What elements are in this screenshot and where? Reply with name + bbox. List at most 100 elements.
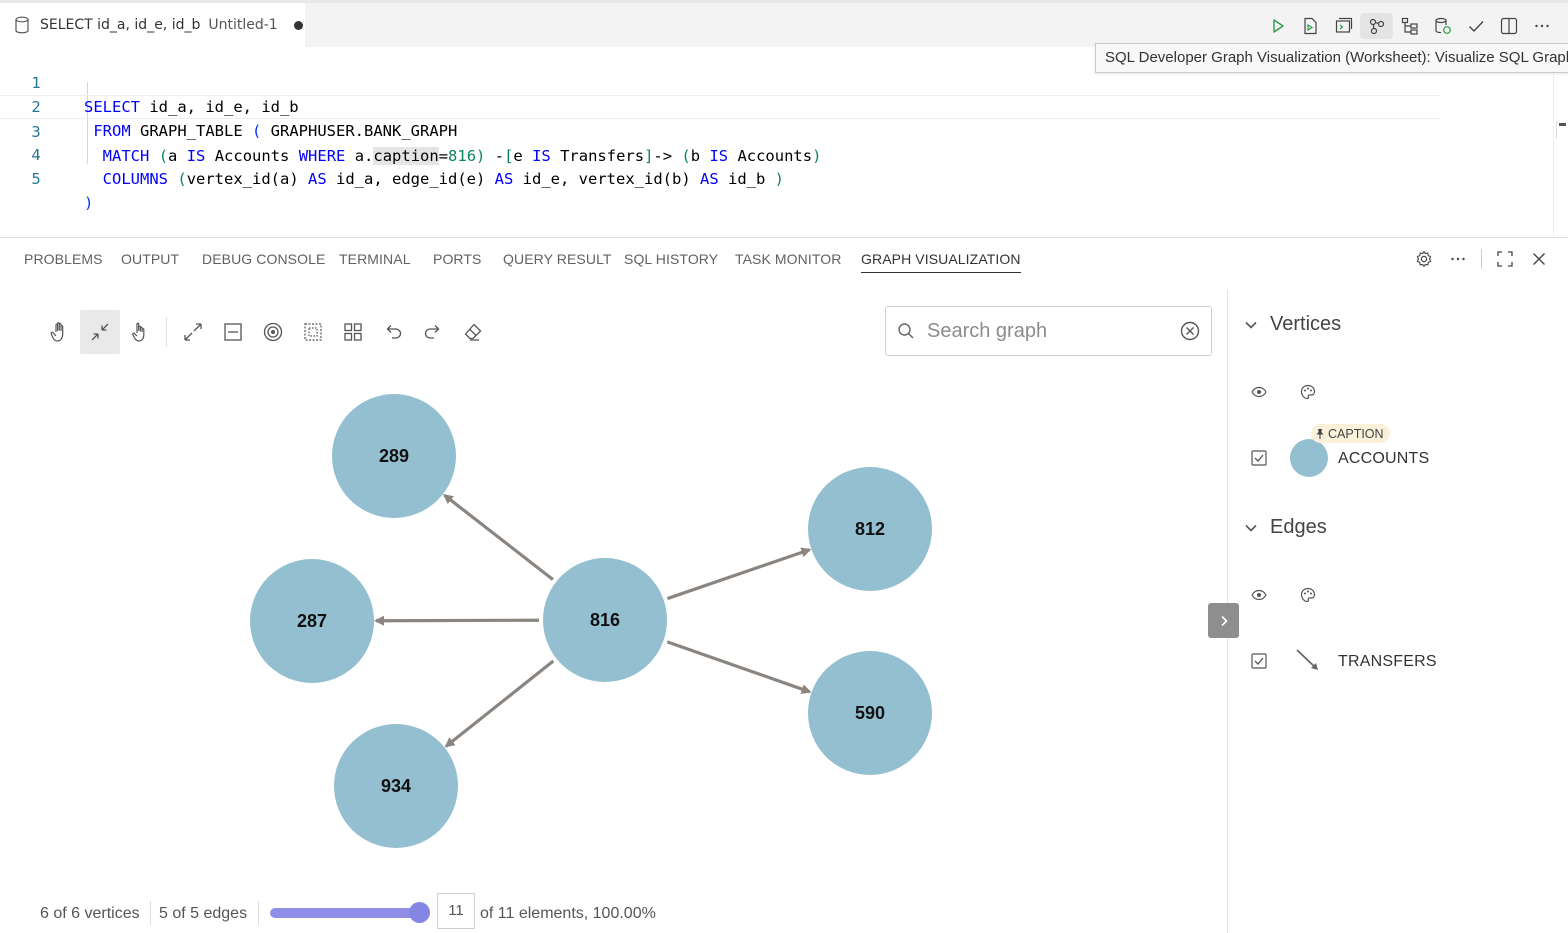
tab-query-result[interactable]: QUERY RESULT: [503, 251, 612, 267]
vertex-label: ACCOUNTS: [1338, 450, 1430, 467]
vertex-label: 812: [855, 519, 885, 539]
panel-more-button[interactable]: [1441, 248, 1475, 270]
dotted-grid-icon: [304, 323, 322, 341]
palette-icon[interactable]: [1300, 587, 1316, 603]
tab-ports[interactable]: PORTS: [433, 251, 481, 267]
edges-heading: Edges: [1270, 516, 1327, 538]
edge-816-289[interactable]: [442, 494, 554, 581]
vertex-812[interactable]: 812: [808, 467, 932, 591]
run-button[interactable]: [1261, 13, 1294, 39]
vertex-934[interactable]: 934: [334, 724, 458, 848]
maximize-icon: [1497, 251, 1513, 267]
tab-task-monitor[interactable]: TASK MONITOR: [735, 251, 841, 267]
vertex-label: 289: [379, 446, 409, 466]
edge-816-590[interactable]: [666, 640, 812, 694]
clear-button[interactable]: [453, 310, 493, 354]
pan-tool-button[interactable]: [40, 310, 80, 354]
tab-output[interactable]: OUTPUT: [121, 251, 179, 267]
undo-button[interactable]: [373, 310, 413, 354]
pointer-hand-icon: [132, 322, 145, 342]
search-input[interactable]: [927, 319, 1167, 343]
vertex-816[interactable]: 816: [543, 558, 667, 682]
accounts-vertex-swatch[interactable]: [1290, 439, 1328, 477]
database-action-button[interactable]: [1426, 13, 1459, 39]
toolbar-tooltip: SQL Developer Graph Visualization (Works…: [1095, 43, 1568, 73]
editor-tab-title: SELECT id_a, id_e, id_b: [40, 17, 201, 33]
tab-problems[interactable]: PROBLEMS: [24, 251, 103, 267]
tab-graph-visualization[interactable]: GRAPH VISUALIZATION: [861, 251, 1021, 273]
unsaved-indicator-icon[interactable]: [293, 20, 303, 30]
tab-terminal[interactable]: TERMINAL: [339, 251, 411, 267]
edge-816-812[interactable]: [666, 547, 812, 601]
editor-tab-description: Untitled-1: [208, 17, 278, 33]
vertex-287[interactable]: 287: [250, 559, 374, 683]
more-icon: [1534, 24, 1549, 28]
settings-button[interactable]: [1407, 248, 1441, 270]
commit-button[interactable]: [1459, 13, 1492, 39]
search-graph-field[interactable]: [885, 306, 1212, 356]
panel-tab-bar: PROBLEMS OUTPUT DEBUG CONSOLE TERMINAL P…: [0, 238, 1568, 282]
element-count-input[interactable]: 11: [437, 893, 475, 929]
caption-badge-label: CAPTION: [1328, 426, 1384, 441]
vertex-590[interactable]: 590: [808, 651, 932, 775]
run-in-terminal-button[interactable]: [1327, 13, 1360, 39]
vertex-visibility-checkbox[interactable]: [1251, 450, 1267, 466]
split-editor-icon: [1500, 17, 1517, 35]
palette-icon[interactable]: [1300, 384, 1316, 400]
editor-scrollbar[interactable]: [1553, 74, 1554, 237]
select-tool-button[interactable]: [120, 310, 160, 354]
code-line[interactable]: 2 FROM GRAPH_TABLE ( GRAPHUSER.BANK_GRAP…: [0, 71, 1440, 140]
separator: [166, 317, 167, 347]
code-line-current[interactable]: 3 MATCH (a IS Accounts WHERE a.caption=8…: [0, 95, 1440, 165]
fit-to-screen-button[interactable]: [80, 310, 120, 354]
grid-select-button[interactable]: [293, 310, 333, 354]
minus-box-icon: [224, 323, 242, 341]
explain-plan-button[interactable]: [1393, 13, 1426, 39]
graph-canvas[interactable]: 816 289 287 934 812 590: [0, 360, 1227, 880]
edge-count: 5 of 5 edges: [159, 905, 248, 922]
run-script-icon: [1303, 17, 1317, 35]
close-panel-button[interactable]: [1522, 248, 1556, 270]
grid-layout-button[interactable]: [333, 310, 373, 354]
redo-button[interactable]: [413, 310, 453, 354]
vertex-289[interactable]: 289: [332, 394, 456, 518]
tab-sql-history[interactable]: SQL HISTORY: [624, 251, 718, 267]
separator: [258, 901, 259, 925]
elements-slider-track[interactable]: [270, 908, 420, 918]
code-line[interactable]: 4 COLUMNS (vertex_id(a) AS id_a, edge_id…: [0, 119, 1440, 188]
maximize-panel-button[interactable]: [1488, 248, 1522, 270]
chevron-down-icon: [1245, 321, 1257, 329]
clear-search-icon[interactable]: [1180, 321, 1200, 341]
eye-icon[interactable]: [1251, 587, 1267, 603]
overview-ruler[interactable]: [1556, 121, 1566, 139]
eye-icon[interactable]: [1251, 384, 1267, 400]
editor-tab[interactable]: SELECT id_a, id_e, id_b Untitled-1: [0, 3, 305, 47]
code-editor[interactable]: 1 SELECT id_a, id_e, id_b 2 FROM GRAPH_T…: [0, 47, 1568, 237]
transfers-edge-swatch[interactable]: [1294, 647, 1324, 675]
code-line[interactable]: 5 ): [0, 143, 1440, 212]
graph-visualize-icon: [1369, 18, 1384, 35]
vertex-label: 934: [381, 776, 411, 796]
tab-debug-console[interactable]: DEBUG CONSOLE: [202, 251, 325, 267]
commit-icon: [1468, 21, 1484, 33]
edge-816-287[interactable]: [373, 615, 540, 626]
pin-icon: [1316, 428, 1324, 439]
vertices-heading: Vertices: [1270, 313, 1342, 335]
edges-section-header[interactable]: Edges: [1244, 516, 1327, 539]
graph-visualize-button[interactable]: [1360, 13, 1393, 39]
edge-visibility-checkbox[interactable]: [1251, 653, 1267, 669]
split-editor-button[interactable]: [1492, 13, 1525, 39]
elements-slider-thumb[interactable]: [409, 902, 430, 923]
more-actions-button[interactable]: [1525, 13, 1558, 39]
run-script-button[interactable]: [1294, 13, 1327, 39]
edge-816-934[interactable]: [444, 659, 555, 748]
run-in-terminal-icon: [1335, 17, 1352, 33]
minimize-button[interactable]: [213, 310, 253, 354]
undo-icon: [386, 325, 402, 339]
graph-status-bar: 6 of 6 vertices 5 of 5 edges 11 of 11 el…: [0, 893, 1227, 933]
toggle-legend-button[interactable]: [1208, 603, 1239, 638]
elements-summary: of 11 elements, 100.00%: [480, 905, 656, 922]
radial-layout-button[interactable]: [253, 310, 293, 354]
expand-button[interactable]: [173, 310, 213, 354]
vertices-section-header[interactable]: Vertices: [1244, 313, 1341, 336]
